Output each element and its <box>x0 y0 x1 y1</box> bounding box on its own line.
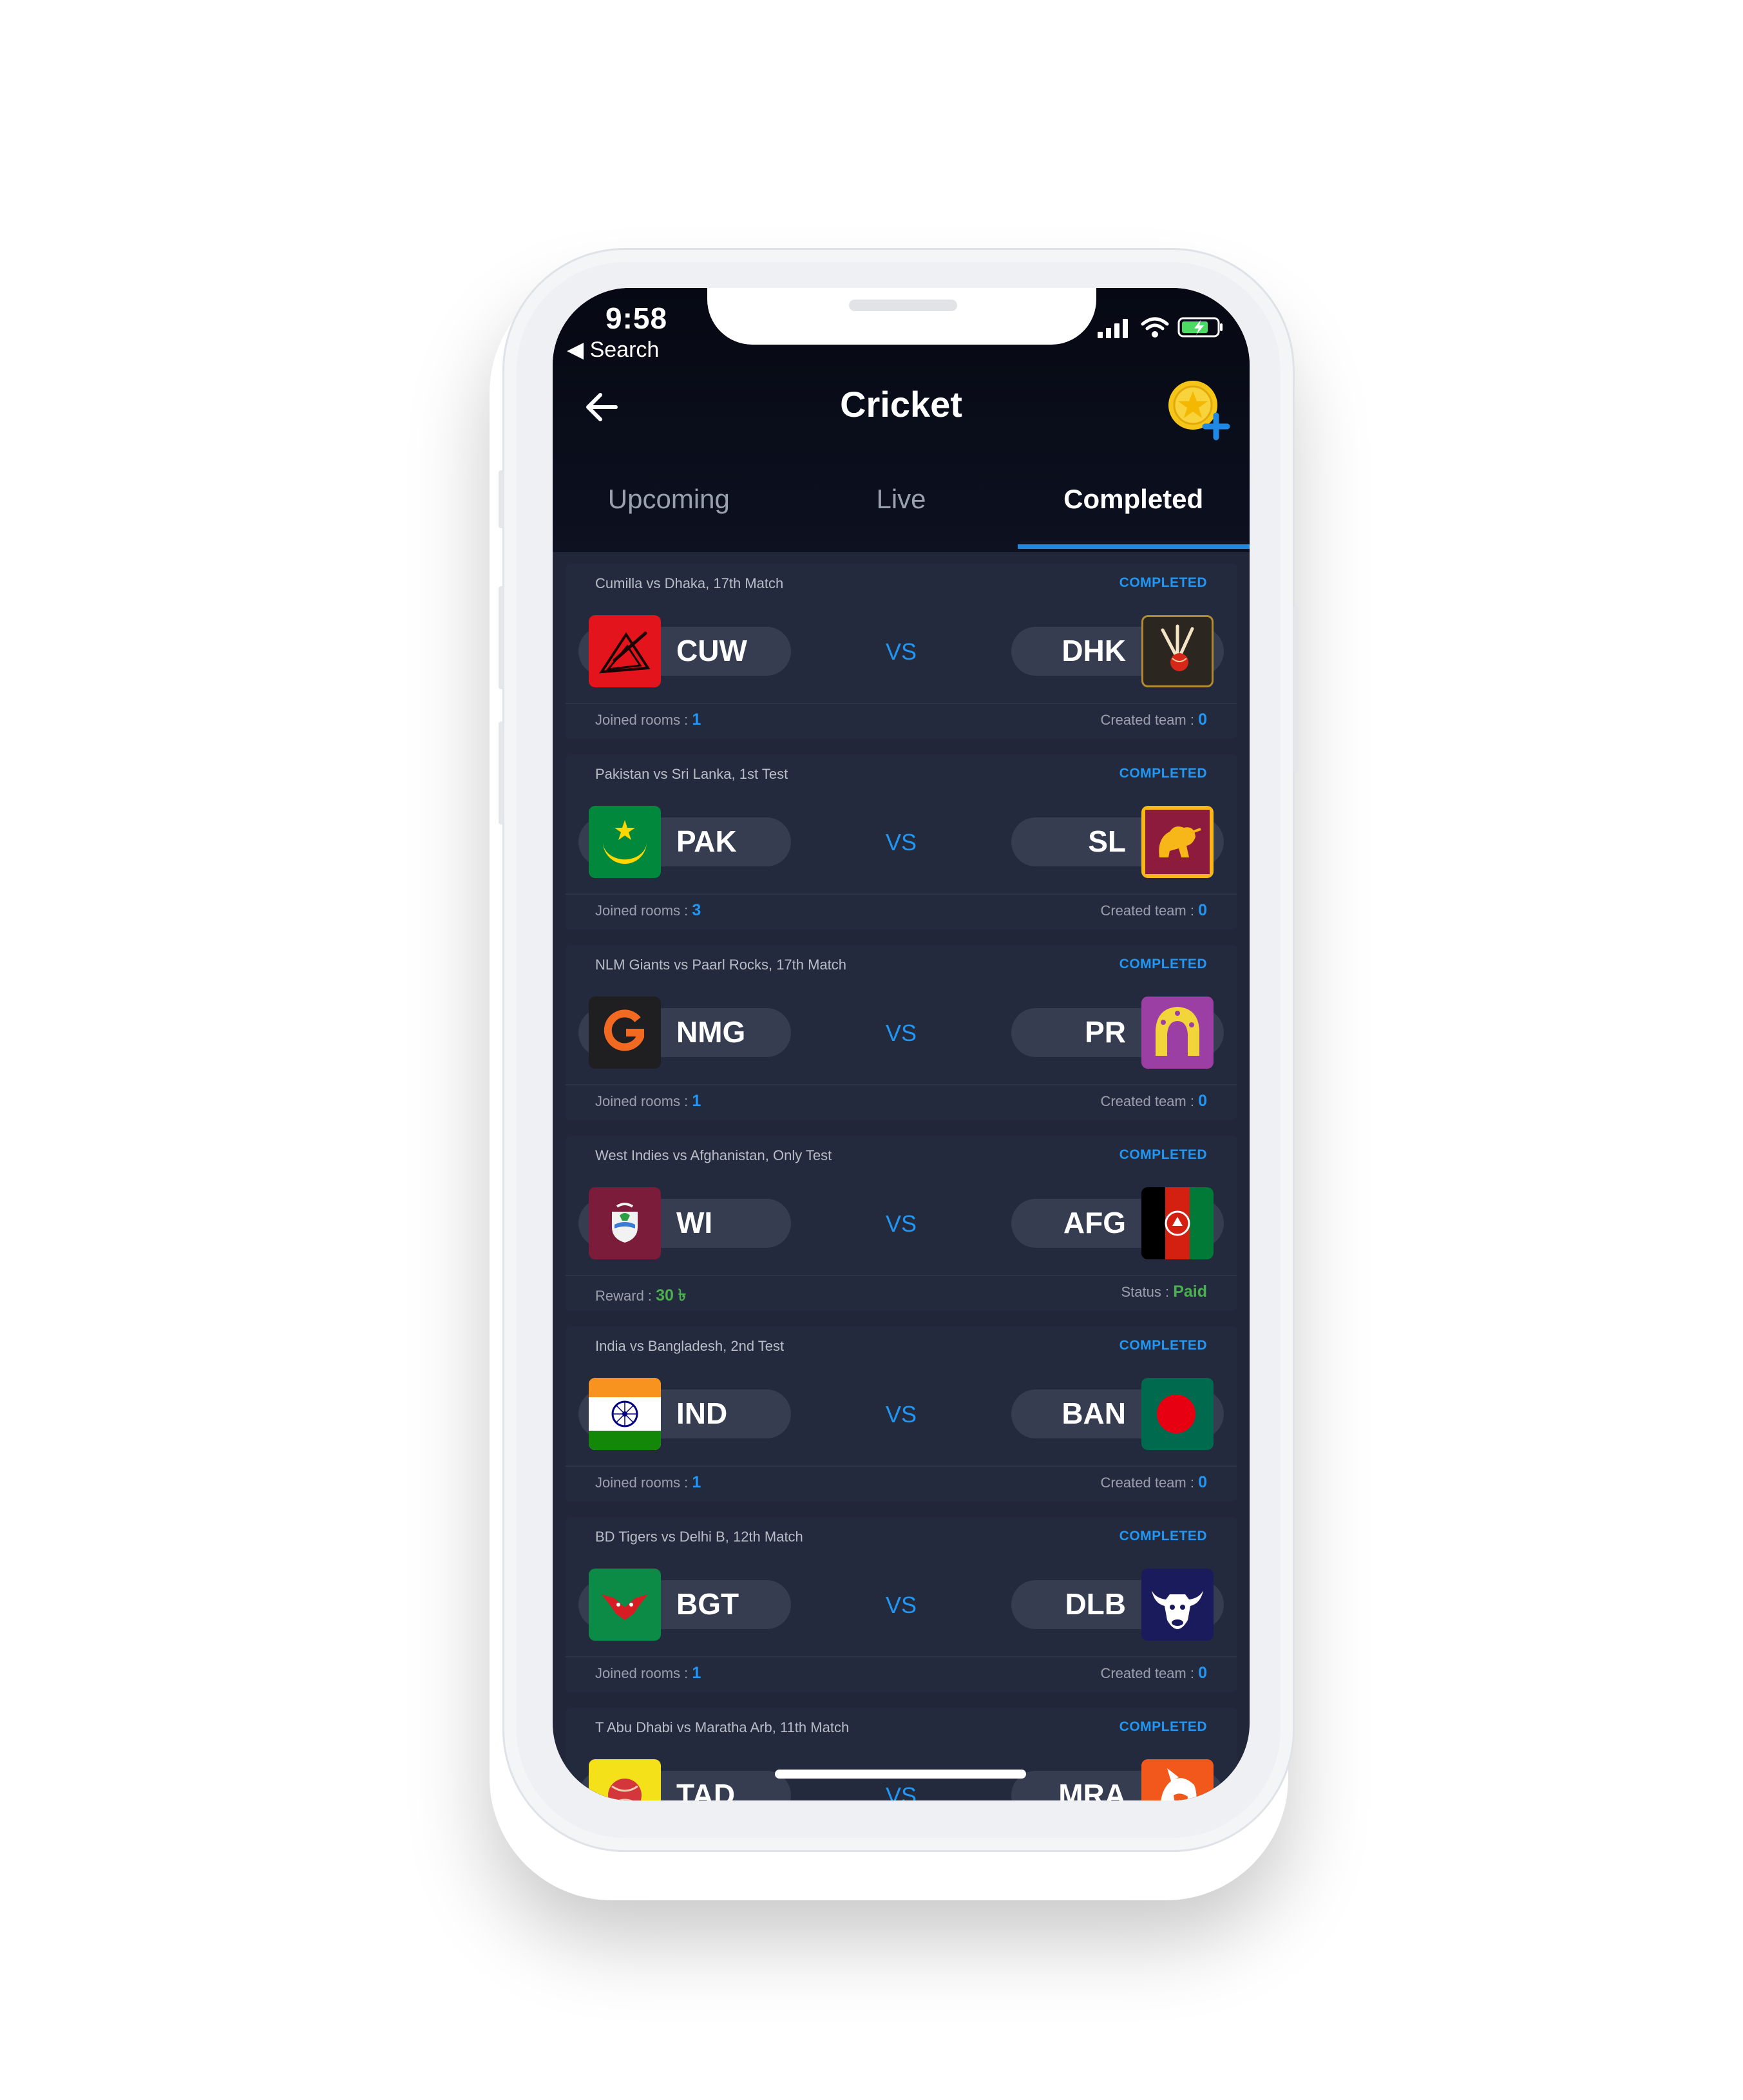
vs-label: VS <box>885 829 917 855</box>
created-team-count: 0 <box>1198 1473 1207 1491</box>
created-team-count: 0 <box>1198 1664 1207 1682</box>
vs-label: VS <box>885 1782 917 1800</box>
joined-rooms: Joined rooms : 3 <box>595 901 701 920</box>
status-badge: COMPLETED <box>1119 766 1207 781</box>
joined-rooms-count: 1 <box>692 711 701 729</box>
match-card[interactable]: Pakistan vs Sri Lanka, 1st Test COMPLETE… <box>566 754 1237 930</box>
power-button <box>1293 606 1299 773</box>
status-badge: COMPLETED <box>1119 1338 1207 1353</box>
card-divider <box>566 1656 1237 1657</box>
created-team: Created team : 0 <box>1100 1664 1207 1683</box>
created-team-label: Created team : <box>1100 1475 1199 1491</box>
card-divider <box>566 703 1237 704</box>
reward-amount: 30 ৳ <box>656 1286 687 1304</box>
notch <box>707 288 1096 345</box>
speaker-grille <box>849 300 957 311</box>
joined-rooms: Joined rooms : 1 <box>595 1473 701 1492</box>
joined-rooms-label: Joined rooms : <box>595 1665 692 1681</box>
payment-status-value: Paid <box>1173 1283 1207 1301</box>
match-name: BD Tigers vs Delhi B, 12th Match <box>595 1529 803 1545</box>
card-divider <box>566 893 1237 895</box>
card-divider <box>566 1465 1237 1467</box>
joined-rooms-count: 1 <box>692 1473 701 1491</box>
vs-label: VS <box>885 1210 917 1237</box>
tab-completed[interactable]: Completed <box>1017 481 1250 552</box>
reward: Reward : 30 ৳ <box>595 1283 686 1310</box>
joined-rooms-label: Joined rooms : <box>595 712 692 728</box>
created-team-count: 0 <box>1198 901 1207 919</box>
status-badge: COMPLETED <box>1119 575 1207 590</box>
created-team: Created team : 0 <box>1100 1092 1207 1111</box>
volume-down-button <box>499 721 504 825</box>
match-tabs: Upcoming Live Completed <box>553 481 1250 552</box>
match-name: India vs Bangladesh, 2nd Test <box>595 1338 785 1354</box>
status-badge: COMPLETED <box>1119 957 1207 971</box>
match-name: Pakistan vs Sri Lanka, 1st Test <box>595 766 788 782</box>
joined-rooms-label: Joined rooms : <box>595 902 692 919</box>
match-card[interactable]: NLM Giants vs Paarl Rocks, 17th Match CO… <box>566 945 1237 1120</box>
created-team: Created team : 0 <box>1100 1473 1207 1492</box>
match-card[interactable]: West Indies vs Afghanistan, Only Test CO… <box>566 1136 1237 1311</box>
match-name: T Abu Dhabi vs Maratha Arb, 11th Match <box>595 1719 850 1735</box>
match-card[interactable]: T Abu Dhabi vs Maratha Arb, 11th Match C… <box>566 1708 1237 1800</box>
created-team-label: Created team : <box>1100 1665 1199 1681</box>
created-team: Created team : 0 <box>1100 901 1207 920</box>
match-name: West Indies vs Afghanistan, Only Test <box>595 1147 832 1163</box>
reward-label: Reward : <box>595 1288 656 1304</box>
match-card[interactable]: BD Tigers vs Delhi B, 12th Match COMPLET… <box>566 1517 1237 1692</box>
tab-live[interactable]: Live <box>785 481 1018 552</box>
joined-rooms: Joined rooms : 1 <box>595 711 701 729</box>
home-indicator[interactable] <box>775 1770 1026 1779</box>
card-divider <box>566 1084 1237 1085</box>
tab-upcoming[interactable]: Upcoming <box>553 481 785 552</box>
payment-status-label: Status : <box>1121 1284 1174 1300</box>
joined-rooms-label: Joined rooms : <box>595 1475 692 1491</box>
status-time: 9:58 <box>605 301 668 335</box>
match-card[interactable]: India vs Bangladesh, 2nd Test COMPLETED <box>566 1326 1237 1502</box>
page-title: Cricket <box>840 384 962 425</box>
joined-rooms-count: 3 <box>692 901 701 919</box>
joined-rooms: Joined rooms : 1 <box>595 1092 701 1111</box>
joined-rooms: Joined rooms : 1 <box>595 1664 701 1683</box>
back-to-search-link[interactable]: ◀ Search <box>567 337 659 363</box>
joined-rooms-label: Joined rooms : <box>595 1093 692 1109</box>
add-coins-icon[interactable] <box>1165 378 1235 443</box>
payment-status: Status : Paid <box>1121 1283 1207 1301</box>
vs-label: VS <box>885 1401 917 1427</box>
created-team-count: 0 <box>1198 1092 1207 1110</box>
match-name: Cumilla vs Dhaka, 17th Match <box>595 575 784 591</box>
status-badge: COMPLETED <box>1119 1147 1207 1162</box>
created-team: Created team : 0 <box>1100 711 1207 729</box>
mute-switch <box>499 470 504 528</box>
vs-label: VS <box>885 1592 917 1618</box>
vs-label: VS <box>885 638 917 665</box>
signal-icon <box>1098 319 1128 338</box>
match-card[interactable]: Cumilla vs Dhaka, 17th Match COMPLETED C… <box>566 564 1237 739</box>
vs-label: VS <box>885 1020 917 1046</box>
status-badge: COMPLETED <box>1119 1719 1207 1734</box>
card-divider <box>566 1275 1237 1276</box>
status-badge: COMPLETED <box>1119 1529 1207 1543</box>
status-icons <box>1096 316 1224 338</box>
active-tab-indicator <box>1018 544 1250 549</box>
app-screen: 9:58 ◀ Search Cricket Upcoming Live Comp… <box>553 288 1250 1800</box>
volume-up-button <box>499 586 504 689</box>
joined-rooms-count: 1 <box>692 1092 701 1110</box>
created-team-label: Created team : <box>1100 1093 1199 1109</box>
wifi-icon <box>1141 317 1169 338</box>
joined-rooms-count: 1 <box>692 1664 701 1682</box>
created-team-count: 0 <box>1198 711 1207 729</box>
battery-icon <box>1177 317 1223 338</box>
created-team-label: Created team : <box>1100 902 1199 919</box>
created-team-label: Created team : <box>1100 712 1199 728</box>
match-name: NLM Giants vs Paarl Rocks, 17th Match <box>595 957 847 973</box>
